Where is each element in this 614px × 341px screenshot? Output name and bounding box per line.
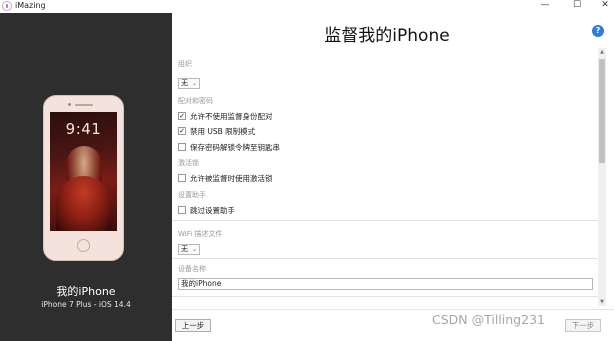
- phone-speaker: [75, 104, 93, 106]
- section-divider: [172, 220, 598, 221]
- checkbox-label: 跳过设置助手: [190, 206, 235, 215]
- device-model: iPhone 7 Plus - iOS 14.4: [41, 300, 131, 309]
- checkbox-label: 允许被监督时使用激活锁: [190, 174, 273, 183]
- imazing-logo-icon: [2, 1, 12, 11]
- help-icon[interactable]: ?: [592, 25, 604, 37]
- close-button[interactable]: ✕: [594, 0, 614, 12]
- section-divider: [172, 258, 598, 259]
- wifi-select-value: 无: [181, 245, 188, 253]
- window-title: iMazing: [15, 1, 46, 10]
- org-select-value: 无: [181, 79, 188, 87]
- footer-divider: [172, 309, 614, 310]
- checkbox-label: 禁用 USB 限制模式: [190, 127, 256, 136]
- checkbox-label: 允许不使用监督身份配对: [190, 112, 273, 121]
- lock-screen-time: 9:41: [65, 120, 102, 138]
- home-button-icon: [77, 239, 90, 252]
- wallpaper-cloak: [56, 176, 111, 231]
- supervision-form: 组织 无 ⌄ 配对和密码 ✓ 允许不使用监督身份配对 ✓ 禁用 USB 限制模式…: [172, 50, 598, 306]
- checkbox-label: 保存密码解锁令牌至钥匙串: [190, 143, 280, 152]
- wifi-profile-select[interactable]: 无 ⌄: [178, 244, 200, 255]
- section-divider: [172, 296, 598, 297]
- activation-lock-label: 激活锁: [178, 159, 199, 167]
- title-bar: iMazing — ☐ ✕: [0, 0, 614, 13]
- wifi-profile-label: WiFi 描述文件: [178, 230, 223, 238]
- csdn-watermark: CSDN @Tilling231: [432, 312, 545, 327]
- iphone-image: 9:41: [43, 95, 124, 261]
- checkbox-box[interactable]: [178, 143, 186, 151]
- device-name-input[interactable]: 我的iPhone: [178, 278, 593, 290]
- org-select[interactable]: 无 ⌄: [178, 78, 200, 89]
- maximize-button[interactable]: ☐: [566, 0, 588, 12]
- back-button[interactable]: 上一步: [175, 319, 211, 332]
- next-button[interactable]: 下一步: [565, 319, 601, 332]
- checkbox-box[interactable]: [178, 174, 186, 182]
- chevron-down-icon: ⌄: [191, 80, 197, 87]
- device-name: 我的iPhone: [56, 285, 116, 298]
- checkbox-box[interactable]: [178, 206, 186, 214]
- scroll-down-icon[interactable]: ▼: [598, 298, 606, 306]
- pairing-label: 配对和密码: [178, 97, 213, 105]
- page-title: 监督我的iPhone: [324, 26, 450, 46]
- lock-screen: 9:41: [50, 112, 117, 231]
- checkbox-box[interactable]: ✓: [178, 112, 186, 120]
- device-name-label: 设备名称: [178, 265, 206, 273]
- chevron-down-icon: ⌄: [191, 246, 197, 253]
- scroll-up-icon[interactable]: ▲: [598, 48, 606, 56]
- setup-assistant-label: 设置助手: [178, 191, 206, 199]
- checkbox-box[interactable]: ✓: [178, 127, 186, 135]
- minimize-button[interactable]: —: [534, 0, 556, 12]
- scrollbar-thumb[interactable]: [599, 59, 605, 163]
- org-label: 组织: [178, 60, 192, 68]
- device-sidebar: 9:41 我的iPhone iPhone 7 Plus - iOS 14.4: [0, 13, 172, 341]
- form-scrollbar[interactable]: ▲ ▼: [598, 48, 606, 306]
- phone-camera: [68, 103, 71, 106]
